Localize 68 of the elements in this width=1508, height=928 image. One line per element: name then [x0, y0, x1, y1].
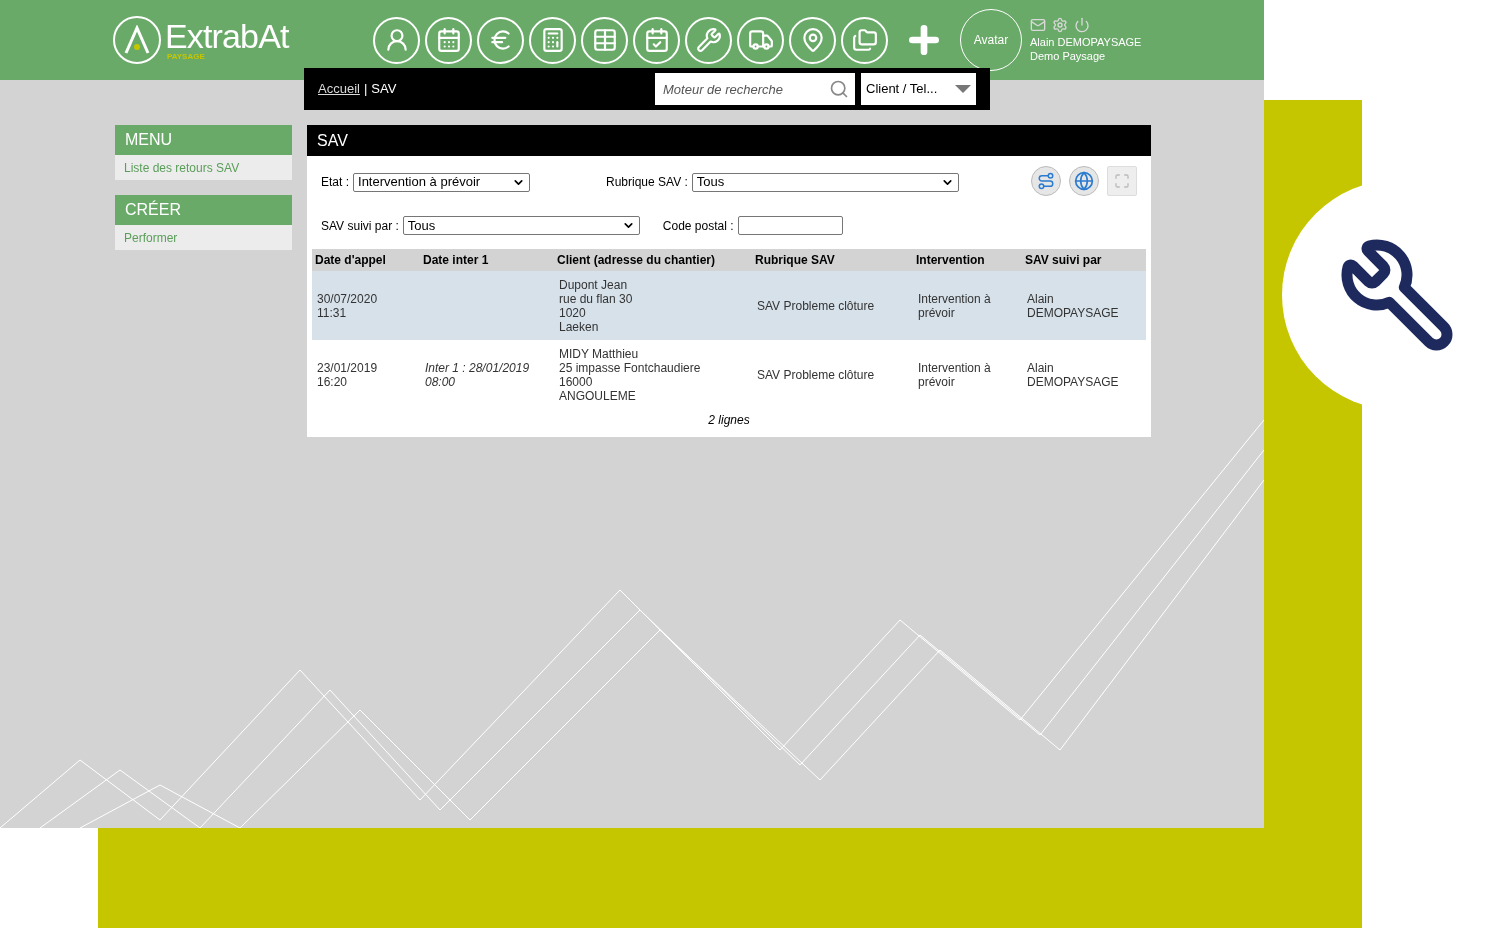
row-count: 2 lignes: [707, 412, 751, 429]
column-header: Rubrique SAV: [754, 252, 836, 269]
table-cell-text: Intervention à prévoir: [918, 291, 992, 320]
breadcrumb-link[interactable]: Accueil: [318, 79, 360, 99]
table-cell-text: Alain DEMOPAYSAGE: [1027, 360, 1120, 389]
table-icon: [591, 27, 618, 53]
user-nav-button[interactable]: [373, 16, 420, 64]
wrench-icon: [695, 27, 722, 53]
search-field[interactable]: Moteur de recherche: [655, 73, 823, 105]
table-cell-text: 30/07/2020 11:31: [317, 291, 379, 320]
power-icon[interactable]: [1074, 17, 1090, 33]
calendar-icon: [435, 27, 462, 53]
table-cell-text: Dupont Jean rue du flan 30 1020 Laeken: [559, 277, 634, 334]
globe-button[interactable]: [1069, 166, 1099, 196]
table-cell-text: Intervention à prévoir: [918, 360, 992, 389]
column-header: Date d'appel: [314, 252, 387, 269]
map-pin-nav-button[interactable]: [789, 16, 836, 64]
search-button[interactable]: [823, 73, 855, 105]
euro-nav-button[interactable]: [477, 16, 524, 64]
filter-label: Code postal :: [662, 217, 734, 235]
logo-icon: [113, 16, 161, 64]
company-name: Demo Paysage: [1030, 49, 1107, 63]
filter-select[interactable]: Tous: [691, 172, 959, 192]
folders-icon: [851, 27, 878, 53]
expand-icon: [1114, 173, 1130, 189]
column-header: SAV suivi par: [1024, 252, 1103, 269]
filter-select[interactable]: Tous: [402, 216, 640, 235]
table-cell-text: Alain DEMOPAYSAGE: [1027, 291, 1120, 320]
sidebar-heading: MENU: [115, 125, 292, 155]
logo-wordmark: ExtrabAt: [165, 19, 289, 53]
table-nav-button[interactable]: [581, 16, 628, 64]
logo-subtitle: PAYSAGE: [167, 53, 206, 61]
truck-icon: [747, 27, 774, 53]
route-icon: [1037, 172, 1055, 190]
filter-label: Rubrique SAV :: [606, 174, 688, 191]
caret-icon: [955, 85, 971, 93]
filter-label: Etat :: [321, 174, 349, 191]
sidebar-heading: CRÉER: [115, 195, 292, 225]
calendar-check-icon: [643, 27, 670, 53]
calendar-check-nav-button[interactable]: [633, 16, 680, 64]
breadcrumb-current: SAV: [371, 80, 397, 99]
search-icon: [829, 79, 849, 99]
panel-title: SAV: [307, 125, 1151, 156]
truck-nav-button[interactable]: [737, 16, 784, 64]
mail-icon[interactable]: [1030, 17, 1046, 33]
wrench-nav-button[interactable]: [685, 16, 732, 64]
route-button[interactable]: [1031, 166, 1061, 196]
globe-icon: [1074, 171, 1094, 191]
table-cell-text: SAV Probleme clôture: [757, 298, 876, 313]
table-cell-text: 23/01/2019 16:20: [317, 360, 379, 389]
filter-label: SAV suivi par :: [321, 217, 399, 235]
cash-register-nav-button[interactable]: [529, 16, 576, 64]
user-name: Alain DEMOPAYSAGE: [1030, 35, 1142, 49]
folders-nav-button[interactable]: [841, 16, 888, 64]
fullscreen-button[interactable]: [1107, 166, 1137, 196]
table-row[interactable]: 30/07/2020 11:31 Dupont Jean rue du flan 30 1020 Laeken SAV Probleme clôture Intervention à prévoir Alain DEMOPAYSAGE: [312, 271, 1146, 340]
column-header: Date inter 1: [422, 252, 490, 269]
search-scope-select[interactable]: Client / Tel...: [861, 73, 976, 105]
postal-code-field[interactable]: [737, 216, 843, 235]
table-cell-text: MIDY Matthieu 25 impasse Fontchaudiere 16000 ANGOULEME: [559, 346, 702, 403]
settings-icon[interactable]: [1052, 17, 1068, 33]
table-cell-text: Inter 1 : 28/01/2019 08:00: [425, 360, 531, 389]
table-cell-text: SAV Probleme clôture: [757, 367, 876, 382]
filter-select[interactable]: Intervention à prévoir: [353, 172, 530, 192]
breadcrumb-separator: |: [363, 80, 368, 99]
calendar-nav-button[interactable]: [425, 16, 472, 64]
column-header: Intervention: [915, 252, 986, 269]
column-header: Client (adresse du chantier): [556, 252, 717, 269]
